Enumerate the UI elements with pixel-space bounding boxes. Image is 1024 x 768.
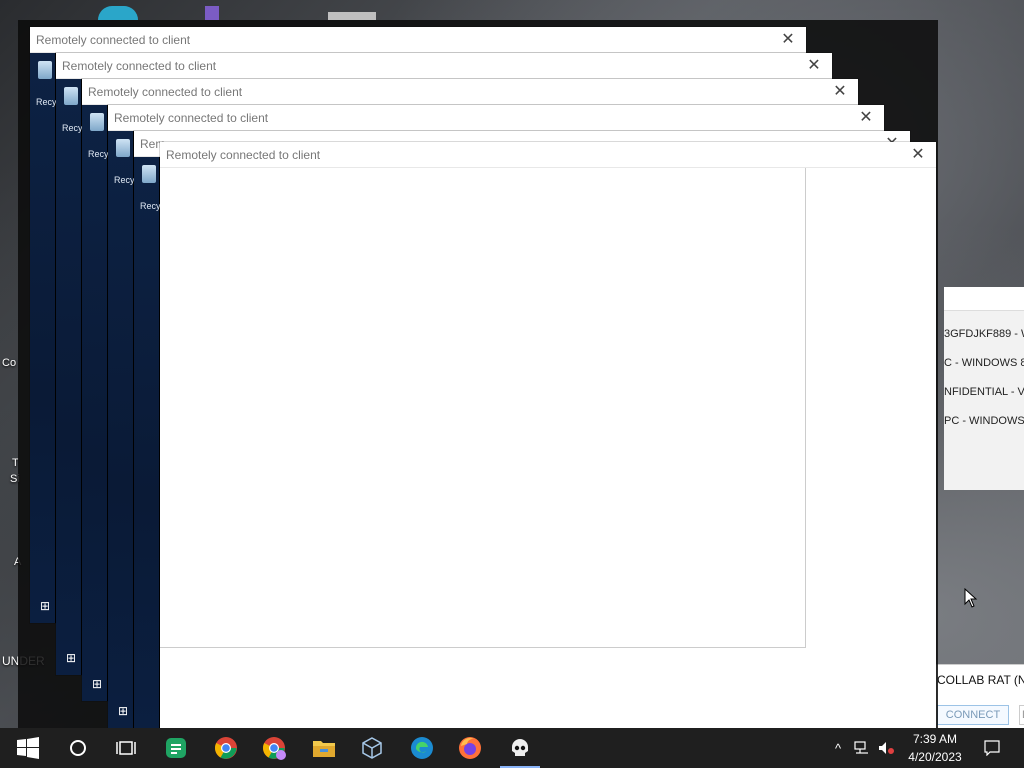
window-titlebar: Remotely connected to client ✕ <box>82 79 858 105</box>
windows-logo-icon: ⊞ <box>66 651 77 665</box>
recycle-bin-icon <box>90 113 104 131</box>
remote-screen-blank <box>160 168 806 648</box>
volume-muted-icon[interactable] <box>874 728 898 768</box>
windows-start-icon[interactable] <box>4 728 52 768</box>
window-titlebar: Remotely connected to client ✕ <box>160 142 936 168</box>
remote-screen-preview: Recy ⊞ <box>30 53 57 623</box>
connect-button[interactable]: CONNECT <box>937 705 1009 725</box>
recycle-bin-icon <box>142 165 156 183</box>
desktop-label-co: Co <box>2 357 17 369</box>
recycle-bin-label: Recy <box>88 149 109 159</box>
network-icon[interactable] <box>850 728 874 768</box>
collab-rat-window: COLLAB RAT (N CONNECT D <box>928 664 1024 728</box>
remote-screen-preview: Recy ⊞ <box>82 105 109 701</box>
secondary-button[interactable]: D <box>1019 705 1024 725</box>
close-icon[interactable]: ✕ <box>780 32 796 48</box>
skull-app-icon[interactable] <box>496 728 544 768</box>
file-explorer-icon[interactable] <box>300 728 348 768</box>
window-title: Remotely connected to client <box>36 33 191 47</box>
recycle-bin-label: Recy <box>62 123 83 133</box>
cube-app-icon[interactable] <box>348 728 396 768</box>
notification-center-icon[interactable] <box>980 728 1004 768</box>
task-view-icon[interactable] <box>102 728 150 768</box>
close-icon[interactable]: ✕ <box>858 110 874 126</box>
client-row-2[interactable]: C - WINDOWS 8 <box>944 357 1024 369</box>
client-row-4[interactable]: PC - WINDOWS <box>944 415 1024 427</box>
window-title: Remotely connected to client <box>88 85 243 99</box>
chrome-profile-icon[interactable] <box>250 728 298 768</box>
windows-logo-icon: ⊞ <box>92 677 103 691</box>
close-icon[interactable]: ✕ <box>910 147 926 163</box>
remote-screen-preview: Recy <box>134 157 161 728</box>
collab-rat-title: COLLAB RAT (N <box>937 673 1024 687</box>
windows-logo-icon: ⊞ <box>40 599 51 613</box>
close-icon[interactable]: ✕ <box>806 58 822 74</box>
remote-screen-preview: Recy ⊞ <box>108 131 135 728</box>
edge-icon[interactable] <box>98 6 138 20</box>
client-row-1[interactable]: 3GFDJKF889 - W <box>944 328 1024 340</box>
window-titlebar: Remotely connected to client ✕ <box>30 27 806 53</box>
client-list-panel: 3GFDJKF889 - W C - WINDOWS 8 NFIDENTIAL … <box>944 287 1024 490</box>
window-titlebar: Remotely connected to client ✕ <box>108 105 884 131</box>
folder-icon[interactable] <box>205 6 219 20</box>
recycle-bin-label: Recy <box>36 97 57 107</box>
recycle-bin-icon <box>38 61 52 79</box>
taskbar: ^ 7:39 AM 4/20/2023 <box>0 728 1024 768</box>
chrome-icon[interactable] <box>202 728 250 768</box>
mouse-cursor-icon <box>964 588 978 608</box>
client-row-3[interactable]: NFIDENTIAL - V <box>944 386 1024 398</box>
system-clock[interactable]: 7:39 AM 4/20/2023 <box>900 730 970 766</box>
clock-time: 7:39 AM <box>912 732 958 746</box>
window-titlebar: Remotely connected to client ✕ <box>56 53 832 79</box>
recycle-bin-label: Recy <box>140 201 161 211</box>
window-title: Remotely connected to client <box>62 59 217 73</box>
edge-icon[interactable] <box>398 728 446 768</box>
close-icon[interactable]: ✕ <box>832 84 848 100</box>
window-title: Remotely connected to client <box>114 111 269 125</box>
firefox-icon[interactable] <box>446 728 494 768</box>
clock-date: 4/20/2023 <box>908 750 962 764</box>
remote-screen-preview: Recy ⊞ <box>56 79 83 675</box>
app-icon[interactable] <box>328 12 376 20</box>
window-title: Remotely connected to client <box>166 148 321 162</box>
windows-logo-icon: ⊞ <box>118 704 129 718</box>
recycle-bin-icon <box>64 87 78 105</box>
recycle-bin-icon <box>116 139 130 157</box>
client-list-header <box>944 287 1024 311</box>
search-circle-icon[interactable] <box>54 728 102 768</box>
chevron-up-icon[interactable]: ^ <box>826 728 850 768</box>
recycle-bin-label: Recy <box>114 175 135 185</box>
sheets-icon[interactable] <box>152 728 200 768</box>
remote-window-6: Remotely connected to client ✕ <box>160 142 936 728</box>
